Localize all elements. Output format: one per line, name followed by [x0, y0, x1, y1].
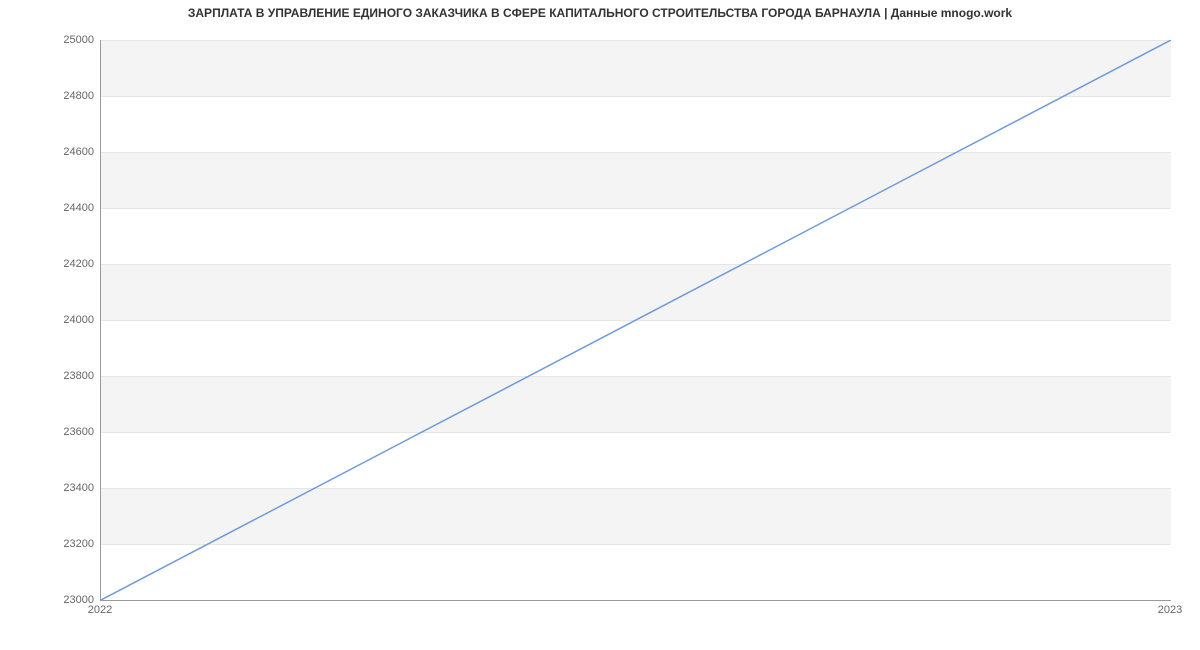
y-tick-label: 23400	[4, 482, 94, 494]
y-tick-label: 24800	[4, 90, 94, 102]
chart-svg	[101, 40, 1171, 600]
y-tick-label: 23800	[4, 370, 94, 382]
y-tick-label: 24400	[4, 202, 94, 214]
chart-container: ЗАРПЛАТА В УПРАВЛЕНИЕ ЕДИНОГО ЗАКАЗЧИКА …	[0, 0, 1200, 650]
y-tick-label: 24600	[4, 146, 94, 158]
series-line	[101, 40, 1171, 600]
x-tick-label: 2022	[88, 604, 112, 616]
x-tick-label: 2023	[1158, 604, 1182, 616]
y-tick-label: 25000	[4, 34, 94, 46]
y-tick-label: 24200	[4, 258, 94, 270]
plot-area	[100, 40, 1171, 601]
chart-title: ЗАРПЛАТА В УПРАВЛЕНИЕ ЕДИНОГО ЗАКАЗЧИКА …	[0, 6, 1200, 20]
y-tick-label: 23200	[4, 538, 94, 550]
y-tick-label: 24000	[4, 314, 94, 326]
y-tick-label: 23600	[4, 426, 94, 438]
y-tick-label: 23000	[4, 594, 94, 606]
